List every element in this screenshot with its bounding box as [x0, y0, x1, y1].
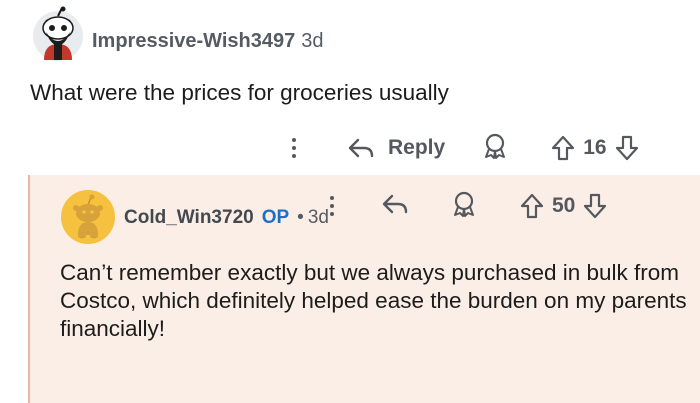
vote-count: 16 [583, 136, 607, 159]
vote-control: 50 [520, 193, 607, 219]
timestamp: 3d [301, 30, 324, 52]
comment-author[interactable]: Cold_Win3720 OP • 3d [124, 207, 329, 229]
reply-button[interactable] [382, 193, 408, 220]
reply-label: Reply [388, 136, 446, 159]
username[interactable]: Cold_Win3720 [124, 207, 254, 229]
avatar[interactable] [60, 189, 116, 245]
top-comment: Impressive-Wish3497 3d What were the pric… [0, 0, 700, 175]
vote-control: 16 [551, 135, 638, 161]
vote-count: 50 [552, 194, 576, 217]
more-vertical-icon[interactable] [282, 130, 306, 166]
downvote-icon[interactable] [583, 193, 607, 219]
comment-actions: 50 [320, 188, 607, 224]
comment-body: Can’t remember exactly but we always pur… [60, 260, 687, 341]
separator: • [297, 207, 304, 228]
award-icon[interactable] [483, 133, 507, 164]
comment-author[interactable]: Impressive-Wish3497 3d [92, 30, 324, 53]
comment-body: What were the prices for groceries usual… [30, 80, 449, 105]
username[interactable]: Impressive-Wish3497 [92, 30, 295, 52]
comment-actions: Reply 16 [282, 130, 639, 166]
reply-arrow-icon [348, 138, 374, 158]
avatar[interactable] [32, 6, 84, 62]
snoo-avatar-icon [61, 190, 115, 244]
downvote-icon[interactable] [615, 135, 639, 161]
award-icon[interactable] [452, 191, 476, 222]
reply-arrow-icon [382, 194, 408, 213]
upvote-icon[interactable] [520, 193, 544, 219]
more-vertical-icon[interactable] [320, 188, 344, 224]
upvote-icon[interactable] [551, 135, 575, 161]
reply-button[interactable]: Reply [348, 136, 445, 160]
op-badge: OP [261, 207, 290, 228]
snoo-avatar-icon [33, 6, 83, 61]
